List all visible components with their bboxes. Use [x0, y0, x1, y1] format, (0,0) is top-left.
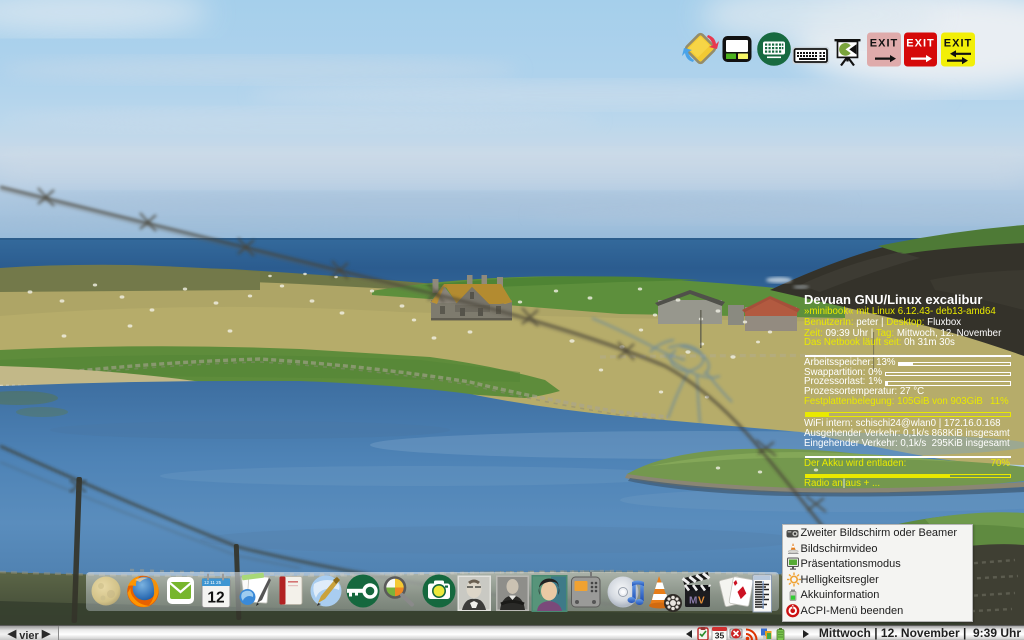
svg-text:12: 12: [207, 590, 224, 607]
svg-text:M: M: [689, 596, 697, 607]
svg-text:35: 35: [715, 630, 725, 640]
svg-text:12 11 25: 12 11 25: [204, 580, 222, 585]
svg-text:V: V: [698, 596, 705, 607]
